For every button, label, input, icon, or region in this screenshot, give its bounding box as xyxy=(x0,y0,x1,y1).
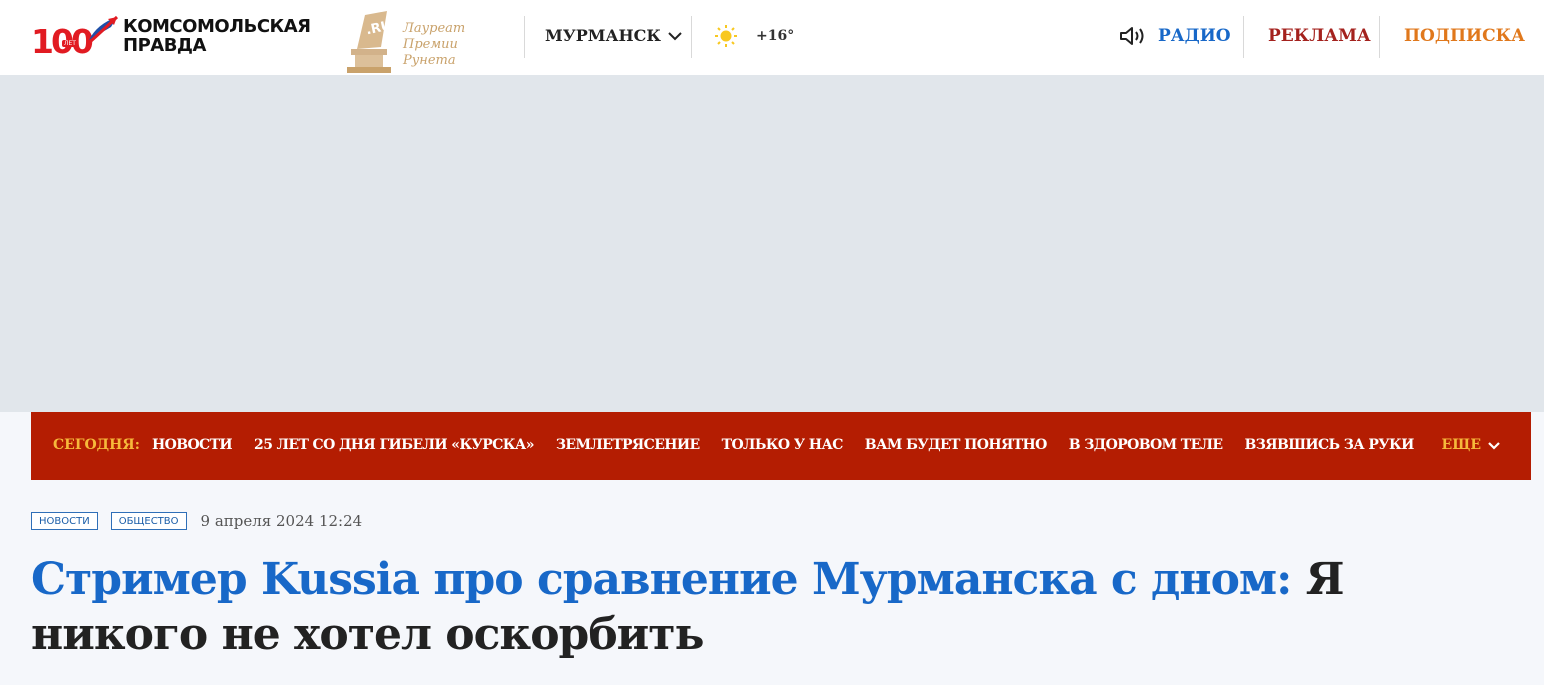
city-selector[interactable]: МУРМАНСК xyxy=(545,26,683,45)
article-meta: НОВОСТИ ОБЩЕСТВО 9 апреля 2024 12:24 xyxy=(31,512,362,530)
tag-society[interactable]: ОБЩЕСТВО xyxy=(110,512,187,530)
topic-item[interactable]: НОВОСТИ xyxy=(152,437,233,453)
radio-label: РАДИО xyxy=(1158,26,1231,46)
topic-item[interactable]: ЗЕМЛЕТРЯСЕНИЕ xyxy=(556,437,700,453)
weather-widget[interactable]: +16° xyxy=(714,24,794,48)
logo-years-label: ЛЕТ xyxy=(62,40,78,47)
runet-award-badge[interactable]: .RU Лауреат Премии Рунета xyxy=(343,7,513,73)
header-divider xyxy=(1243,16,1244,58)
topics-bar: СЕГОДНЯ: НОВОСТИ 25 ЛЕТ СО ДНЯ ГИБЕЛИ «К… xyxy=(31,412,1531,480)
award-text: Лауреат Премии Рунета xyxy=(403,21,513,69)
today-label: СЕГОДНЯ: xyxy=(53,437,140,453)
logo-brand-name: КОМСОМОЛЬСКАЯ ПРАВДА xyxy=(123,17,311,55)
topic-item[interactable]: ТОЛЬКО У НАС xyxy=(722,437,844,453)
topics-list: НОВОСТИ 25 ЛЕТ СО ДНЯ ГИБЕЛИ «КУРСКА» ЗЕ… xyxy=(152,437,1414,453)
award-line-1: Лауреат xyxy=(403,21,466,36)
city-name: МУРМАНСК xyxy=(545,26,661,45)
header-divider xyxy=(524,16,525,58)
topic-item[interactable]: ВАМ БУДЕТ ПОНЯТНО xyxy=(865,437,1048,453)
advertising-link[interactable]: РЕКЛАМА xyxy=(1268,26,1371,46)
topic-item[interactable]: ВЗЯВШИСЬ ЗА РУКИ xyxy=(1245,437,1415,453)
topic-item[interactable]: 25 ЛЕТ СО ДНЯ ГИБЕЛИ «КУРСКА» xyxy=(254,437,534,453)
rocket-arrow-icon xyxy=(89,15,119,43)
brand-line-2: ПРАВДА xyxy=(123,35,206,56)
more-label: ЕЩЕ xyxy=(1441,437,1481,453)
brand-line-1: КОМСОМОЛЬСКАЯ xyxy=(123,16,311,37)
topics-more-button[interactable]: ЕЩЕ xyxy=(1442,437,1501,453)
award-line-2: Премии Рунета xyxy=(403,37,458,68)
chevron-down-icon xyxy=(668,31,682,40)
site-header: 100 ЛЕТ КОМСОМОЛЬСКАЯ ПРАВДА .RU Лауреат… xyxy=(0,0,1544,75)
sun-icon xyxy=(715,25,737,47)
chevron-down-icon xyxy=(1488,441,1500,450)
topic-item[interactable]: В ЗДОРОВОМ ТЕЛЕ xyxy=(1069,437,1223,453)
article-title: Стример Kussia про сравнение Мурманска с… xyxy=(31,552,1511,662)
radio-link[interactable]: РАДИО xyxy=(1118,25,1231,47)
title-highlight: Стример Kussia про сравнение Мурманска с… xyxy=(31,554,1292,605)
header-divider xyxy=(1379,16,1380,58)
temperature: +16° xyxy=(756,28,795,44)
header-divider xyxy=(691,16,692,58)
trophy-icon: .RU xyxy=(347,11,393,73)
ad-placeholder xyxy=(0,75,1544,412)
publish-date: 9 апреля 2024 12:24 xyxy=(200,512,363,530)
site-logo[interactable]: 100 ЛЕТ КОМСОМОЛЬСКАЯ ПРАВДА xyxy=(31,12,323,62)
tag-news[interactable]: НОВОСТИ xyxy=(31,512,98,530)
speaker-icon xyxy=(1120,27,1144,45)
subscribe-link[interactable]: ПОДПИСКА xyxy=(1404,26,1525,46)
logo-anniversary-number: 100 xyxy=(31,22,94,61)
